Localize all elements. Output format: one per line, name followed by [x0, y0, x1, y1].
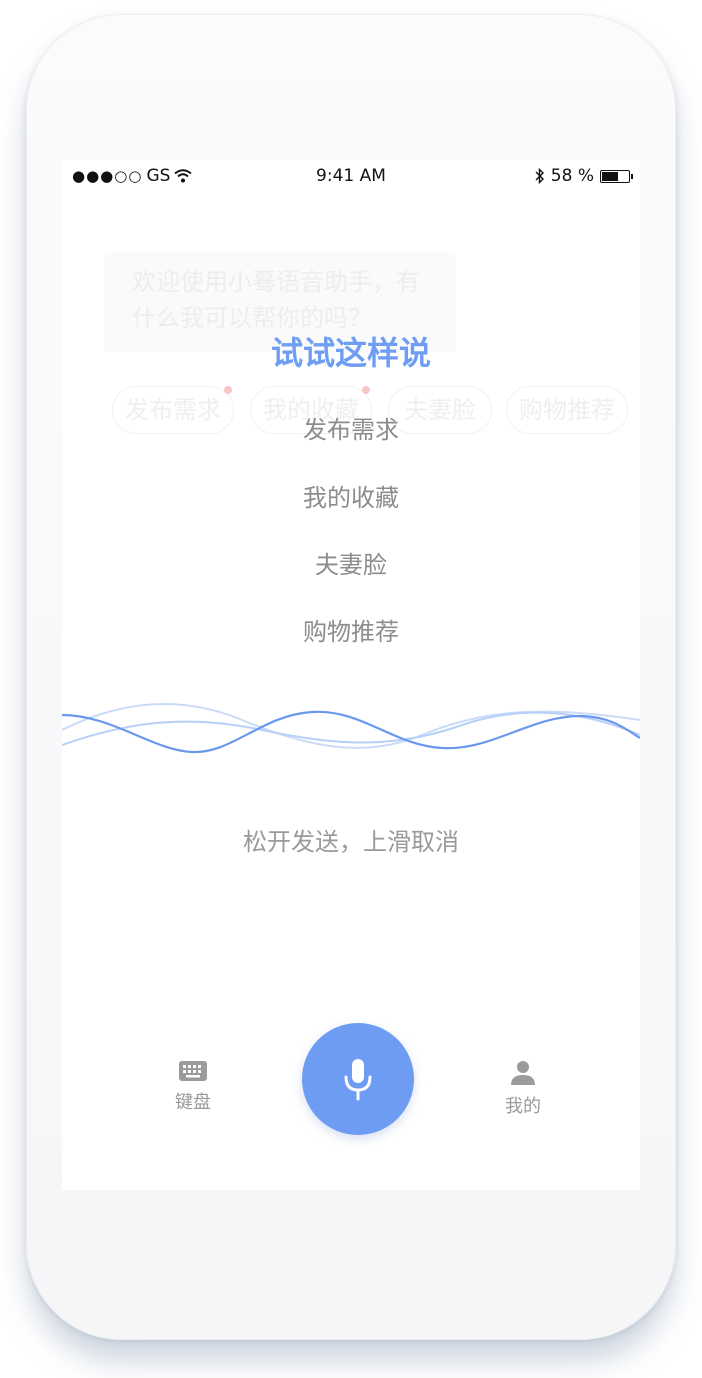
hint-item-publish: 发布需求	[303, 416, 399, 444]
status-bar: ●●●○○ GS 9:41 AM 58 %	[62, 160, 640, 194]
bg-chip-dot	[224, 386, 232, 394]
battery-level	[602, 171, 619, 181]
keyboard-tab[interactable]: 键盘	[143, 1060, 243, 1114]
voice-waveform	[62, 702, 640, 754]
keyboard-tab-label: 键盘	[175, 1092, 211, 1113]
keyboard-icon	[179, 1061, 207, 1081]
battery-percent: 58 %	[550, 166, 594, 186]
hint-item-couple-face: 夫妻脸	[315, 551, 387, 579]
bluetooth-icon	[535, 168, 544, 184]
hint-title: 试试这样说	[270, 334, 431, 372]
hint-item-favorites: 我的收藏	[303, 484, 399, 512]
mine-tab[interactable]: 我的	[473, 1060, 573, 1118]
hint-item-shopping: 购物推荐	[303, 618, 399, 646]
microphone-button[interactable]	[302, 1023, 414, 1135]
battery-group: 58 %	[535, 166, 633, 186]
bg-chip-dot	[362, 386, 370, 394]
mine-tab-label: 我的	[505, 1096, 541, 1117]
battery-icon	[600, 169, 633, 183]
microphone-icon	[344, 1059, 372, 1101]
person-icon	[511, 1061, 535, 1085]
release-hint: 松开发送，上滑取消	[243, 828, 459, 856]
app-screen: ●●●○○ GS 9:41 AM 58 % 欢迎使用小蓦语音助手，有什么我可以帮…	[62, 160, 640, 1190]
wave-line-dark	[62, 710, 640, 754]
